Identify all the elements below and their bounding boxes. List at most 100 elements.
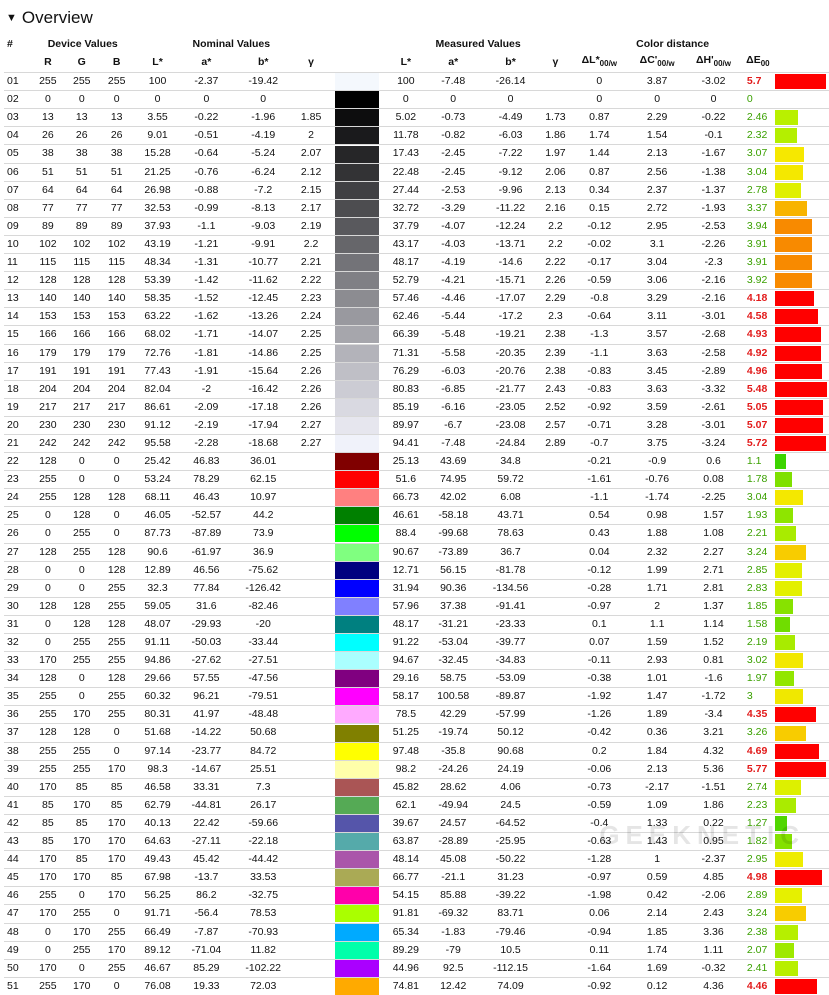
cell-ml: 63.87 <box>392 835 419 848</box>
delta-e-bar-cell <box>774 199 829 217</box>
cell-de: 5.7 <box>746 75 762 88</box>
overview-toggle[interactable]: ▼ Overview <box>6 8 93 28</box>
cell-b: 128 <box>107 491 126 504</box>
color-swatch-cell <box>328 326 386 344</box>
table-row: 19 217 217 217 86.61 -2.09 -17.18 2.26 85.19 -6.1… <box>4 398 829 416</box>
cell-g: 255 <box>73 75 91 88</box>
color-swatch-cell <box>328 181 386 199</box>
table-row: 41 85 170 85 62.79 -44.81 26.17 62.1 -49.94 24.5 -… <box>4 796 829 814</box>
cell-b: 230 <box>107 418 126 431</box>
table-row: 14 153 153 153 63.22 -1.62 -13.26 2.24 62.46 -5.4… <box>4 307 829 326</box>
delta-e-bar <box>774 309 819 325</box>
cell-g: 140 <box>73 292 91 305</box>
cell-mb: 24.19 <box>497 762 524 775</box>
delta-e-bar <box>774 761 827 777</box>
cell-r: 217 <box>39 400 57 413</box>
cell-l: 91.71 <box>144 907 171 920</box>
delta-e-bar-cell <box>774 254 829 272</box>
cell-mb: 90.68 <box>497 744 524 757</box>
cell-de: 3.92 <box>746 274 768 287</box>
cell-bb: -44.42 <box>248 853 279 866</box>
cell-dl: 1.44 <box>589 147 610 160</box>
cell-ma: -5.58 <box>441 346 466 359</box>
cell-bb: 62.15 <box>250 473 277 486</box>
cell-mb: -4.49 <box>498 111 523 124</box>
color-swatch <box>334 489 379 507</box>
color-swatch <box>334 471 379 489</box>
table-row: 11 115 115 115 48.34 -1.31 -10.77 2.21 48.17 -4.1… <box>4 253 829 272</box>
cell-de: 2.78 <box>746 183 768 196</box>
cell-a: -44.81 <box>191 798 222 811</box>
cell-ml: 57.96 <box>392 599 419 612</box>
color-swatch-cell <box>328 416 386 434</box>
cell-n: 21 <box>7 436 19 449</box>
cell-ml: 51.6 <box>395 473 417 486</box>
cell-mg <box>540 561 570 579</box>
cell-n: 35 <box>7 690 19 703</box>
cell-r: 128 <box>39 599 57 612</box>
color-swatch <box>334 91 379 109</box>
color-swatch <box>334 145 379 163</box>
cell-ml: 57.46 <box>392 292 419 305</box>
cell-n: 48 <box>7 925 19 938</box>
color-swatch <box>334 507 379 525</box>
cell-a: 46.83 <box>193 455 220 468</box>
cell-dc: 3.28 <box>646 418 668 431</box>
cell-dl: -1.3 <box>590 328 609 341</box>
cell-a: -14.67 <box>191 762 222 775</box>
col-ml: L* <box>400 56 412 69</box>
cell-mb: 10.5 <box>500 943 521 956</box>
cell-dc: 3.59 <box>646 400 668 413</box>
cell-gm <box>294 887 328 905</box>
delta-e-bar-cell <box>774 362 829 380</box>
cell-dl: -1.92 <box>587 690 612 703</box>
color-swatch-cell <box>328 507 386 525</box>
cell-mg: 2.29 <box>545 292 566 305</box>
cell-l: 91.11 <box>144 636 171 648</box>
delta-e-bar-cell <box>774 905 829 923</box>
cell-l: 46.67 <box>144 961 171 974</box>
collapse-triangle-icon: ▼ <box>6 12 17 24</box>
header-distance: Color distance <box>636 38 710 50</box>
cell-dc: 1.54 <box>646 129 668 142</box>
cell-gm: 2.19 <box>300 219 322 232</box>
cell-bb: 36.01 <box>250 455 277 468</box>
cell-dc: 1.89 <box>646 708 668 721</box>
cell-r: 191 <box>39 364 57 377</box>
cell-r: 255 <box>39 889 57 902</box>
cell-l: 86.61 <box>144 400 171 413</box>
delta-e-bar <box>774 653 804 669</box>
cell-mg: 1.86 <box>545 129 566 142</box>
cell-mb: -79.46 <box>495 925 526 938</box>
cell-mb: -89.87 <box>495 690 526 703</box>
cell-ma: -2.45 <box>441 147 466 160</box>
cell-bb: -17.94 <box>248 418 279 431</box>
cell-dl: -0.06 <box>587 762 612 775</box>
delta-e-bar <box>774 74 826 90</box>
cell-dh: 1.57 <box>703 509 724 522</box>
cell-de: 4.18 <box>746 292 768 305</box>
cell-n: 07 <box>7 183 19 196</box>
cell-mb: -12.24 <box>495 219 526 232</box>
cell-g: 255 <box>73 907 91 920</box>
cell-n: 20 <box>7 418 19 431</box>
cell-ml: 91.22 <box>392 636 419 648</box>
cell-dc: 2.37 <box>646 183 668 196</box>
cell-a: -1.31 <box>194 256 219 269</box>
cell-g: 128 <box>73 617 91 630</box>
color-swatch <box>334 290 379 308</box>
cell-gm <box>294 959 328 977</box>
color-swatch <box>334 688 379 706</box>
cell-de: 4.35 <box>746 708 768 721</box>
cell-b: 170 <box>107 943 126 956</box>
color-swatch-cell <box>328 362 386 380</box>
cell-r: 170 <box>39 780 57 793</box>
cell-g: 0 <box>78 563 85 576</box>
cell-ml: 62.46 <box>392 310 419 323</box>
cell-dc: 1.85 <box>646 925 668 938</box>
delta-e-bar-cell <box>774 833 829 851</box>
cell-g: 0 <box>78 672 85 685</box>
table-row: 18 204 204 204 82.04 -2 -16.42 2.26 80.83 -6.85 -2… <box>4 380 829 398</box>
table-row: 35 255 0 255 60.32 96.21 -79.51 58.17 100.58 -89.… <box>4 687 829 706</box>
cell-ma: 28.62 <box>440 780 467 793</box>
